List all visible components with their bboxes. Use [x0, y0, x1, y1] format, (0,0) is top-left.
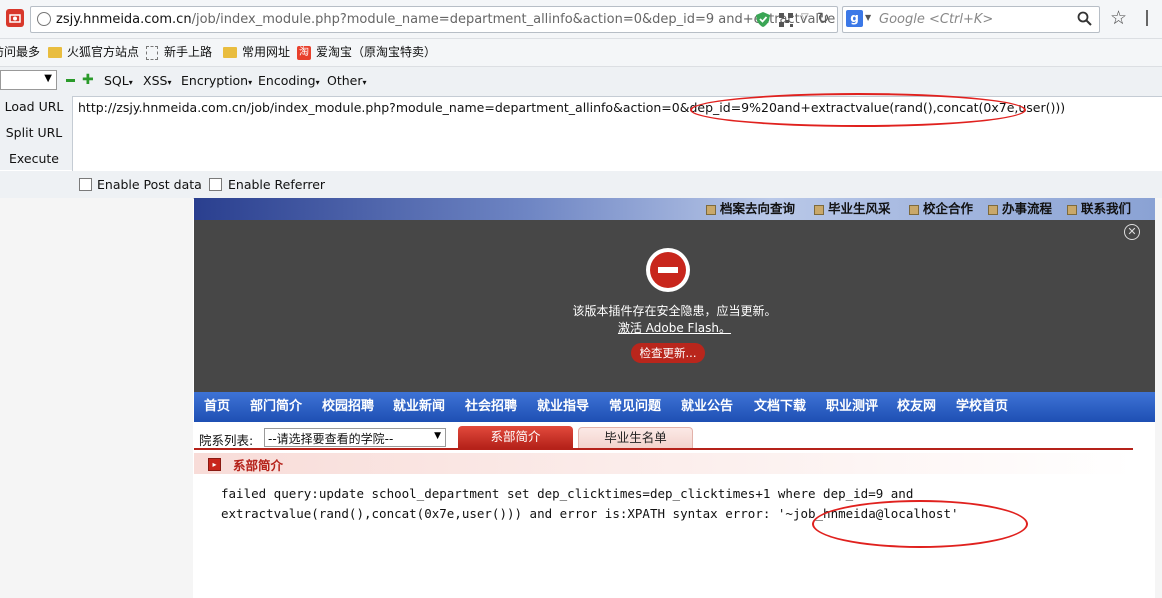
menu-other[interactable]: Other▾: [327, 67, 367, 94]
bullet-icon: [814, 204, 824, 215]
enable-referrer-label: Enable Referrer: [228, 177, 326, 192]
bookmark-item[interactable]: 新手上路: [146, 39, 212, 66]
tab-dept-intro[interactable]: 系部简介: [458, 426, 573, 448]
hackbar-url-textarea[interactable]: http://zsjy.hnmeida.com.cn/job/index_mod…: [72, 96, 1162, 172]
flash-plugin-blocked: ✕ 该版本插件存在安全隐患，应当更新。 激活 Adobe Flash。 检查更新…: [194, 220, 1155, 392]
reload-icon[interactable]: ↻: [817, 9, 830, 27]
hackbar-toolbar: ▼ ✚ SQL▾ XSS▾ Encryption▾ Encoding▾ Othe…: [0, 67, 1162, 94]
google-g-icon[interactable]: g: [846, 10, 863, 27]
load-url-button[interactable]: Load URL: [0, 94, 68, 120]
top-link[interactable]: 校企合作: [909, 198, 973, 220]
taobao-icon: 淘: [297, 45, 311, 60]
top-link[interactable]: 联系我们: [1067, 198, 1131, 220]
search-icon[interactable]: [1077, 11, 1093, 31]
content-area: 院系列表: --请选择要查看的学院-- ▼ 系部简介 毕业生名单 ▸ 系部简介 …: [194, 422, 1155, 598]
hackbar-url-value: http://zsjy.hnmeida.com.cn/job/index_mod…: [78, 100, 1066, 115]
nav-item[interactable]: 校友网: [897, 392, 936, 422]
bookmark-star-icon[interactable]: ☆: [1110, 7, 1127, 29]
top-link[interactable]: 档案去向查询: [706, 198, 795, 220]
top-link[interactable]: 办事流程: [988, 198, 1052, 220]
folder-icon: [48, 47, 62, 58]
folder-icon: [223, 47, 237, 58]
activate-flash-link[interactable]: 激活 Adobe Flash。: [194, 319, 1155, 336]
menu-sql[interactable]: SQL▾: [104, 67, 133, 94]
engine-dropdown-icon[interactable]: ▼: [865, 13, 871, 22]
hackbar-options: Enable Post data Enable Referrer: [0, 171, 1162, 199]
address-text: zsjy.hnmeida.com.cn/job/index_module.php…: [56, 12, 836, 27]
search-input[interactable]: Google <Ctrl+K>: [879, 7, 993, 32]
navigation-toolbar: zsjy.hnmeida.com.cn/job/index_module.php…: [0, 0, 1162, 39]
dropdown-arrow-icon[interactable]: ▽: [801, 12, 809, 23]
split-url-button[interactable]: Split URL: [0, 120, 68, 146]
enable-post-label: Enable Post data: [97, 177, 202, 192]
bookmark-item[interactable]: 常用网址: [223, 39, 290, 66]
nav-item[interactable]: 校园招聘: [322, 392, 374, 422]
search-bar[interactable]: g ▼ Google <Ctrl+K>: [842, 6, 1100, 33]
page-background: [0, 198, 193, 598]
error-message-line: extractvalue(rand(),concat(0x7e,user()))…: [221, 506, 959, 521]
home-tab-icon[interactable]: [6, 9, 24, 27]
bookmarks-toolbar: 访问最多 火狐官方站点 新手上路 常用网址 淘爱淘宝（原淘宝特卖）: [0, 39, 1162, 67]
execute-button[interactable]: Execute: [0, 146, 68, 172]
bookmark-item[interactable]: 淘爱淘宝（原淘宝特卖）: [297, 39, 436, 66]
main-nav: 首页 部门简介 校园招聘 就业新闻 社会招聘 就业指导 常见问题 就业公告 文档…: [194, 392, 1155, 422]
enable-referrer-checkbox[interactable]: [209, 178, 222, 191]
top-link[interactable]: 毕业生风采: [814, 198, 891, 220]
globe-icon: [37, 12, 51, 26]
plus-icon[interactable]: ✚: [82, 72, 94, 88]
dept-select[interactable]: --请选择要查看的学院-- ▼: [264, 428, 446, 447]
nav-item[interactable]: 就业公告: [681, 392, 733, 422]
nav-item[interactable]: 首页: [204, 392, 230, 422]
menu-encryption[interactable]: Encryption▾: [181, 67, 252, 94]
tab-underline: [194, 448, 1133, 450]
dept-label: 院系列表:: [199, 433, 254, 448]
bookmark-item[interactable]: 访问最多: [0, 39, 40, 66]
nav-item[interactable]: 学校首页: [956, 392, 1008, 422]
nav-item[interactable]: 常见问题: [609, 392, 661, 422]
menu-overflow-icon[interactable]: [1146, 10, 1151, 26]
flash-message: 该版本插件存在安全隐患，应当更新。: [572, 304, 777, 318]
nav-item[interactable]: 就业指导: [537, 392, 589, 422]
nav-item[interactable]: 职业测评: [826, 392, 878, 422]
bullet-icon: [1067, 204, 1077, 215]
bookmark-item[interactable]: 火狐官方站点: [48, 39, 139, 66]
qr-code-icon[interactable]: [779, 12, 793, 31]
collapse-icon[interactable]: ▸: [208, 458, 221, 471]
nav-item[interactable]: 文档下载: [754, 392, 806, 422]
menu-encoding[interactable]: Encoding▾: [258, 67, 320, 94]
check-update-button[interactable]: 检查更新...: [631, 343, 705, 363]
menu-xss[interactable]: XSS▾: [143, 67, 171, 94]
chevron-down-icon: ▼: [44, 73, 52, 84]
chevron-down-icon: ▼: [434, 431, 441, 441]
address-bar[interactable]: zsjy.hnmeida.com.cn/job/index_module.php…: [30, 6, 838, 33]
shield-icon[interactable]: [756, 12, 770, 31]
nav-item[interactable]: 部门简介: [250, 392, 302, 422]
section-title: 系部简介: [233, 458, 284, 473]
tab-graduates[interactable]: 毕业生名单: [578, 427, 693, 448]
enable-post-checkbox[interactable]: [79, 178, 92, 191]
close-icon[interactable]: ✕: [1124, 224, 1140, 240]
section-header: ▸ 系部简介: [194, 453, 1133, 474]
page-background: [1155, 198, 1162, 598]
nav-item[interactable]: 就业新闻: [393, 392, 445, 422]
site-header: 档案去向查询 毕业生风采 校企合作 办事流程 联系我们: [194, 198, 1155, 220]
blocked-icon: [646, 248, 690, 292]
bullet-icon: [988, 204, 998, 215]
minus-icon[interactable]: [66, 79, 75, 82]
dept-select-value: --请选择要查看的学院--: [268, 432, 394, 446]
bullet-icon: [706, 204, 716, 215]
page-icon: [146, 45, 158, 60]
nav-item[interactable]: 社会招聘: [465, 392, 517, 422]
bullet-icon: [909, 204, 919, 215]
error-message-line: failed query:update school_department se…: [221, 486, 914, 501]
hackbar-history-select[interactable]: ▼: [0, 70, 57, 90]
